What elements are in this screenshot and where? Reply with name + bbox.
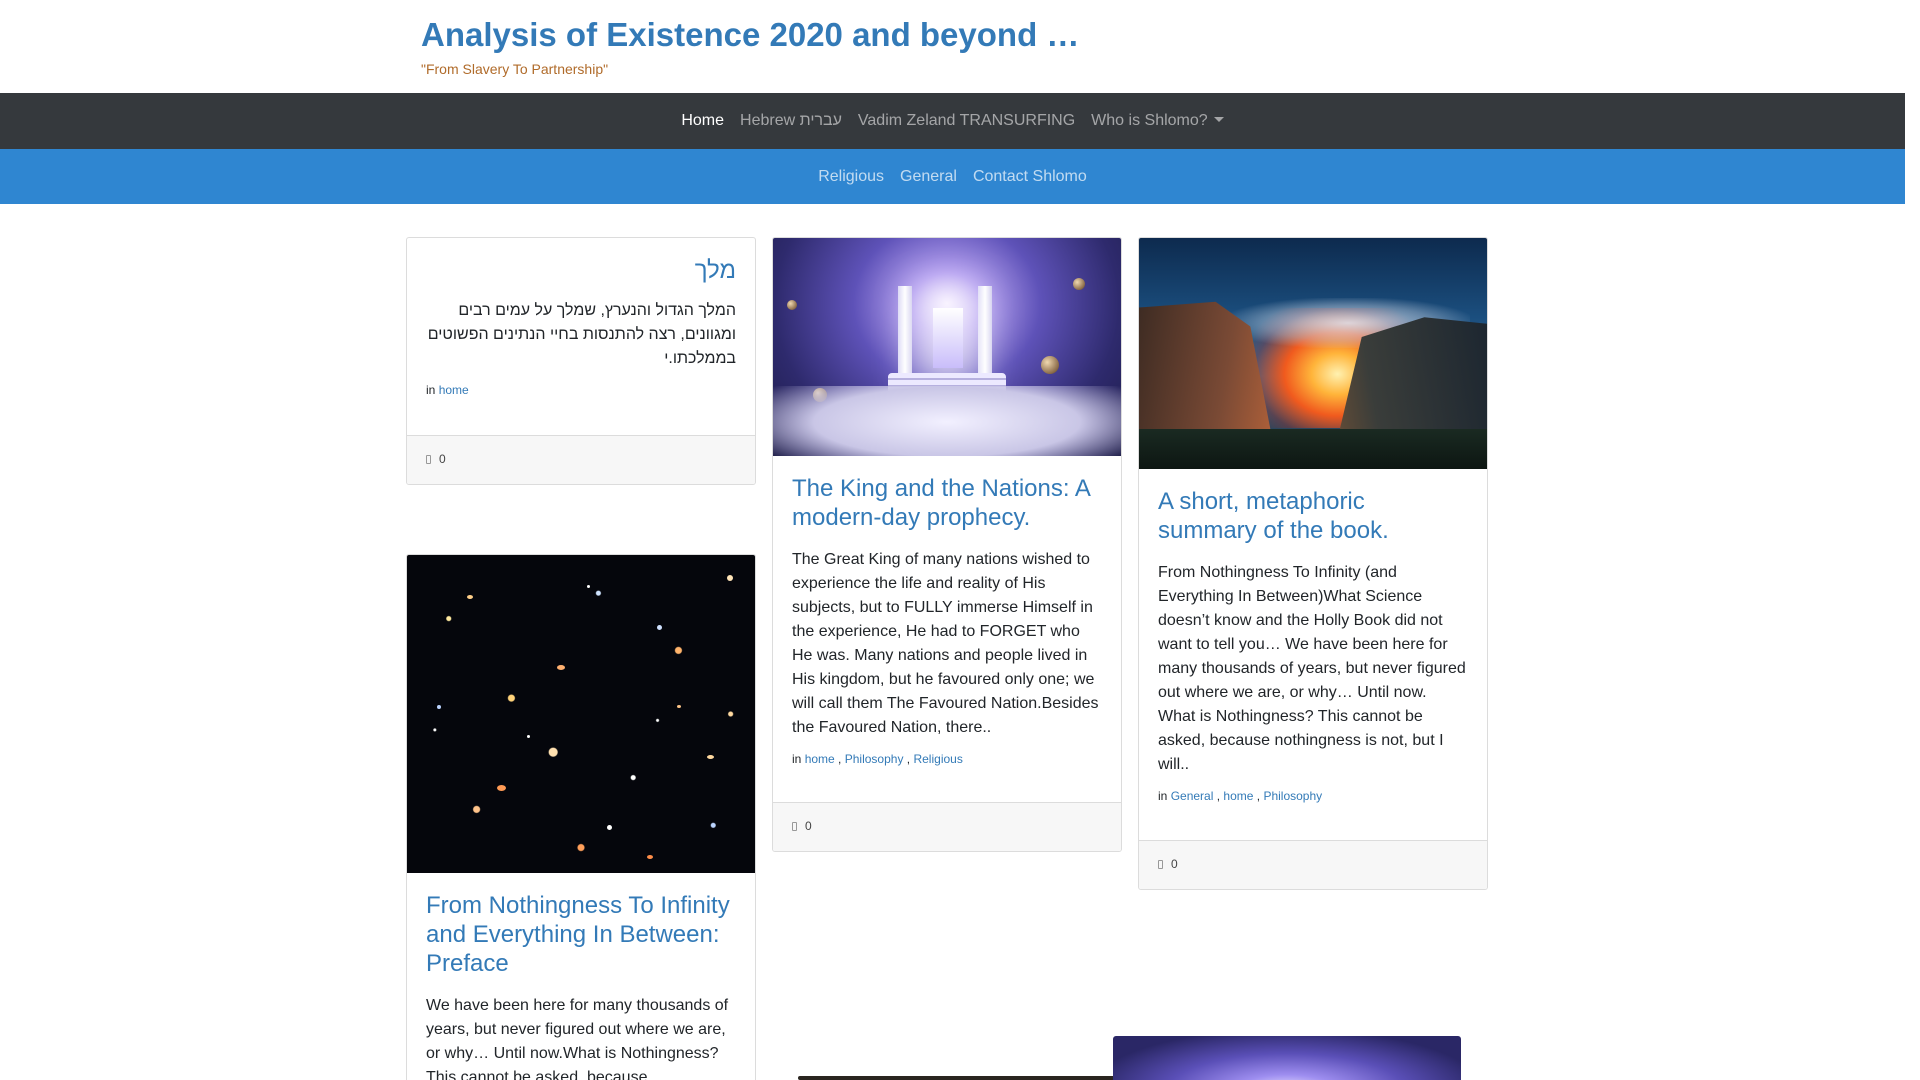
- galaxy-shape: [607, 825, 612, 830]
- planet-shape: [1041, 356, 1059, 374]
- partial-post-image[interactable]: [1113, 1036, 1461, 1080]
- galaxy-shape: [647, 855, 653, 859]
- nav-vadim-zeland[interactable]: Vadim Zeland TRANSURFING: [850, 112, 1083, 130]
- nav-who-is-shlomo[interactable]: Who is Shlomo?: [1083, 112, 1232, 130]
- in-label: in: [426, 383, 436, 397]
- galaxy-shape: [527, 735, 530, 738]
- in-label: in: [1158, 789, 1168, 803]
- nav-who-is-shlomo-label: Who is Shlomo?: [1091, 112, 1208, 129]
- category-link[interactable]: home: [805, 752, 835, 766]
- galaxy-shape: [437, 705, 441, 709]
- category-link[interactable]: Philosophy: [1263, 789, 1322, 803]
- galaxy-shape: [467, 595, 473, 599]
- comment-count[interactable]: 0: [805, 819, 812, 833]
- nav-general[interactable]: General: [892, 168, 965, 186]
- planet-shape: [1073, 278, 1085, 290]
- site-tagline: "From Slavery To Partnership": [421, 61, 609, 77]
- secondary-nav: Religious General Contact Shlomo: [0, 149, 1905, 204]
- galaxy-shape: [707, 755, 714, 759]
- comment-icon: [426, 455, 431, 464]
- category-link[interactable]: General: [1171, 789, 1214, 803]
- site-header: Analysis of Existence 2020 and beyond … …: [0, 0, 1905, 93]
- clouds-shape: [773, 386, 1121, 456]
- galaxy-shape: [677, 705, 681, 708]
- post-footer: 0: [1139, 840, 1487, 889]
- post-excerpt: From Nothingness To Infinity (and Everyt…: [1158, 564, 1466, 773]
- galaxy-shape: [657, 625, 662, 630]
- post-excerpt: We have been here for many thousands of …: [426, 997, 729, 1080]
- post-categories: in home: [426, 381, 736, 399]
- category-link[interactable]: home: [439, 383, 469, 397]
- post-footer: 0: [407, 435, 755, 484]
- post-image[interactable]: [1139, 238, 1487, 469]
- nav-contact-shlomo[interactable]: Contact Shlomo: [965, 168, 1095, 186]
- galaxy-shape: [557, 665, 565, 670]
- post-excerpt: המלך הגדול והנערץ, שמלך על עמים רבים ומג…: [427, 302, 736, 367]
- post-title[interactable]: A short, metaphoric summary of the book.: [1158, 487, 1468, 545]
- comment-icon: [1158, 860, 1163, 869]
- planet-shape: [787, 300, 797, 310]
- post-image[interactable]: [773, 238, 1121, 456]
- galaxy-shape: [497, 785, 506, 791]
- post-card: From Nothingness To Infinity and Everyth…: [406, 554, 756, 1080]
- primary-nav: Home Hebrew עברית Vadim Zeland TRANSURFI…: [0, 93, 1905, 149]
- comment-count[interactable]: 0: [1171, 857, 1178, 871]
- partial-post-image[interactable]: [798, 1076, 1148, 1080]
- category-link[interactable]: Religious: [913, 752, 962, 766]
- post-card: מלך המלך הגדול והנערץ, שמלך על עמים רבים…: [406, 237, 756, 485]
- throne-shape: [933, 308, 964, 368]
- nav-home[interactable]: Home: [673, 112, 732, 130]
- nav-hebrew[interactable]: Hebrew עברית: [732, 112, 850, 130]
- pillar-shape: [978, 286, 992, 376]
- post-card: A short, metaphoric summary of the book.…: [1138, 237, 1488, 890]
- post-title[interactable]: The King and the Nations: A modern-day p…: [792, 474, 1102, 532]
- pillar-shape: [898, 286, 912, 376]
- comment-count[interactable]: 0: [439, 452, 446, 466]
- category-link[interactable]: Philosophy: [845, 752, 904, 766]
- galaxy-shape: [587, 585, 590, 588]
- nav-religious[interactable]: Religious: [810, 168, 892, 186]
- galaxy-shape: [727, 575, 733, 581]
- comment-icon: [792, 822, 797, 831]
- post-title[interactable]: מלך: [426, 256, 736, 285]
- post-excerpt: The Great King of many nations wished to…: [792, 551, 1099, 736]
- valley-shape: [1139, 429, 1487, 469]
- post-footer: 0: [773, 802, 1121, 851]
- chevron-down-icon: [1213, 117, 1224, 122]
- post-title[interactable]: From Nothingness To Infinity and Everyth…: [426, 891, 736, 978]
- post-categories: in General , home , Philosophy: [1158, 789, 1323, 803]
- post-categories: in home , Philosophy , Religious: [792, 752, 963, 766]
- category-link[interactable]: home: [1223, 789, 1253, 803]
- site-title[interactable]: Analysis of Existence 2020 and beyond …: [421, 16, 1079, 54]
- post-image[interactable]: [407, 555, 755, 873]
- in-label: in: [792, 752, 802, 766]
- post-card: The King and the Nations: A modern-day p…: [772, 237, 1122, 852]
